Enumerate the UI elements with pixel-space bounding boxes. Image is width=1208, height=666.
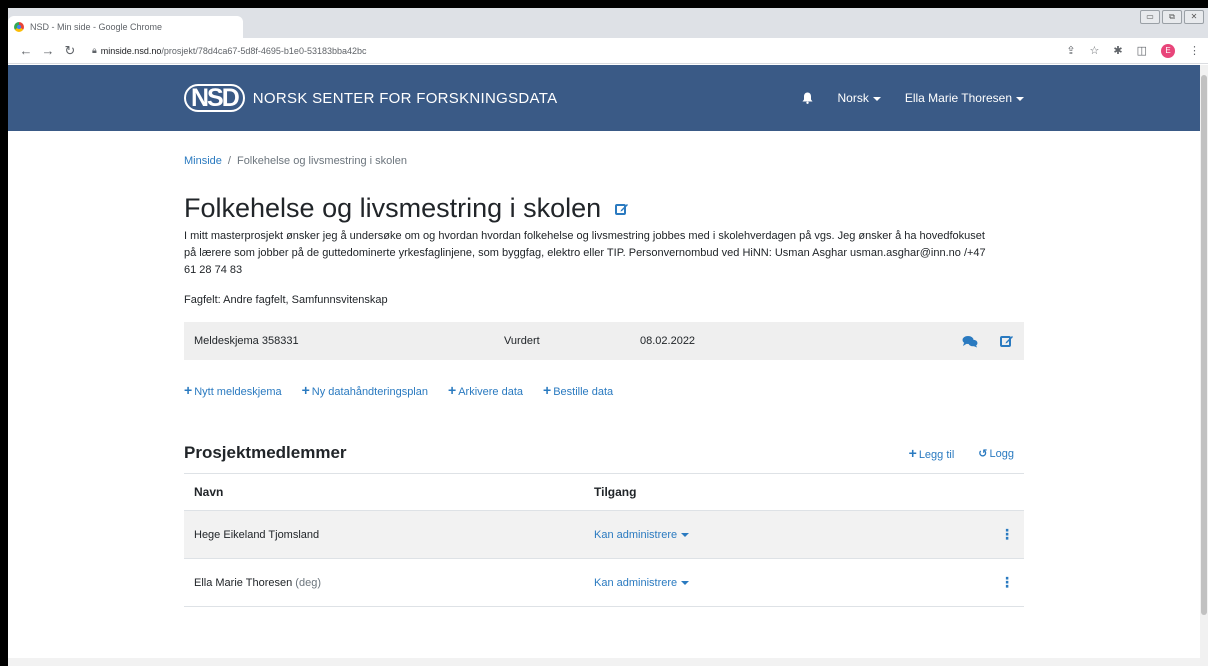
new-form-label: Nytt meldeskjema [194,386,282,398]
footer-strip [8,658,1200,666]
page-title: Folkehelse og livsmestring i skolen [184,193,602,223]
new-dmp-label: Ny datahåndteringsplan [311,386,428,398]
new-dmp-link[interactable]: + Ny datahåndteringsplan [302,382,428,398]
access-dropdown[interactable]: Kan administrere [594,529,689,541]
edit-form-icon[interactable] [1000,334,1014,348]
back-icon[interactable]: ← [16,43,36,58]
access-dropdown[interactable]: Kan administrere [594,577,689,589]
comments-icon[interactable] [962,335,978,348]
browser-tab[interactable]: NSD - Min side - Google Chrome [8,16,243,38]
language-dropdown[interactable]: Norsk [837,91,880,105]
log-label: Logg [989,447,1014,460]
project-actions: + Nytt meldeskjema + Ny datahåndteringspla… [184,382,1024,398]
page-title-row: Folkehelse og livsmestring i skolen [184,193,1024,224]
close-icon[interactable]: ✕ [1184,10,1204,24]
edit-icon[interactable] [615,202,629,216]
form-row[interactable]: Meldeskjema 358331 Vurdert 08.02.2022 [184,322,1024,360]
user-dropdown[interactable]: Ella Marie Thoresen [905,91,1024,105]
plus-icon: + [184,382,193,398]
order-data-label: Bestille data [553,386,614,398]
row-menu-icon[interactable]: ⋮ [984,558,1024,607]
order-data-link[interactable]: + Bestille data [543,382,613,398]
logo-mark: NSD [184,84,245,112]
url-host: minside.nsd.no [100,45,162,56]
member-name-cell: Ella Marie Thoresen (deg) [184,558,584,607]
row-menu-icon[interactable]: ⋮ [984,510,1024,559]
window-controls: ▭ ⧉ ✕ [1140,10,1204,24]
forward-icon[interactable]: → [38,43,58,58]
browser-toolbar: ← → ↻ 🔒︎ minside.nsd.no/prosjekt/78d4ca6… [8,38,1208,64]
logo-name: NORSK SENTER FOR FORSKNINGSDATA [252,89,558,107]
scrollbar-thumb[interactable] [1201,75,1207,615]
breadcrumb-root-link[interactable]: Minside [184,155,222,167]
new-form-link[interactable]: + Nytt meldeskjema [184,382,282,398]
plus-icon: + [543,382,552,398]
archive-data-link[interactable]: + Arkivere data [448,382,523,398]
column-name: Navn [184,473,584,511]
members-header: Prosjektmedlemmer + Legg til ↺ Logg [184,443,1024,463]
column-access: Tilgang [584,473,984,511]
tab-title: NSD - Min side - Google Chrome [30,22,163,32]
log-link[interactable]: ↺ Logg [978,447,1014,460]
plus-icon: + [448,382,457,398]
add-member-label: Legg til [918,449,955,461]
page: NSD NORSK SENTER FOR FORSKNINGSDATA Nors… [8,65,1200,666]
minimize-icon[interactable]: ▭ [1140,10,1160,24]
profile-avatar[interactable]: E [1161,43,1175,58]
breadcrumb-separator: / [227,155,231,167]
page-scrollbar[interactable] [1200,65,1208,666]
browser-window: NSD - Min side - Google Chrome ▭ ⧉ ✕ ← →… [8,8,1208,666]
archive-data-label: Arkivere data [458,386,523,398]
add-member-link[interactable]: + Legg til [909,445,955,461]
history-icon: ↺ [978,447,988,460]
plus-icon: + [908,445,917,461]
plus-icon: + [301,382,310,398]
title-bar: NSD - Min side - Google Chrome ▭ ⧉ ✕ [8,8,1208,38]
address-bar[interactable]: minside.nsd.no/prosjekt/78d4ca67-5d8f-46… [101,46,367,56]
menu-icon[interactable]: ⋮ [1189,44,1200,57]
breadcrumb: Minside / Folkehelse og livsmestring i sko… [184,155,1024,167]
restore-icon[interactable]: ⧉ [1162,10,1182,24]
bell-icon[interactable] [802,92,813,104]
form-status: Vurdert [504,335,540,347]
star-icon[interactable]: ☆ [1090,44,1100,57]
share-icon[interactable]: ⇪ [1066,44,1075,57]
column-actions [984,473,1024,511]
member-name: Hege Eikeland Tjomsland [184,510,584,559]
member-name: Ella Marie Thoresen [194,576,293,589]
member-self-tag: (deg) [295,576,321,589]
main-content: Minside / Folkehelse og livsmestring i sko… [184,155,1024,607]
project-field: Fagfelt: Andre fagfelt, Samfunnsvitenska… [184,294,388,306]
side-panel-icon[interactable]: ◫ [1137,44,1147,57]
table-row: Hege Eikeland Tjomsland Kan administrere… [184,510,1024,559]
chrome-icon [14,22,24,32]
form-name: Meldeskjema 358331 [194,335,299,347]
form-date: 08.02.2022 [640,335,696,347]
url-path: /prosjekt/78d4ca67-5d8f-4695-b1e0-53183b… [161,45,367,56]
lock-icon[interactable]: 🔒︎ [92,45,97,56]
table-row: Ella Marie Thoresen (deg) Kan administre… [184,558,1024,607]
breadcrumb-current: Folkehelse og livsmestring i skolen [236,155,407,167]
project-description: I mitt masterprosjekt ønsker jeg å under… [184,230,986,276]
extensions-icon[interactable]: ✱ [1113,44,1122,57]
nsd-logo[interactable]: NSD NORSK SENTER FOR FORSKNINGSDATA [184,84,557,112]
members-heading: Prosjektmedlemmer [184,443,347,462]
site-navbar: NSD NORSK SENTER FOR FORSKNINGSDATA Nors… [8,65,1200,131]
members-table: Navn Tilgang Hege Eikeland Tjomsland Kan… [184,473,1024,607]
reload-icon[interactable]: ↻ [60,43,80,59]
